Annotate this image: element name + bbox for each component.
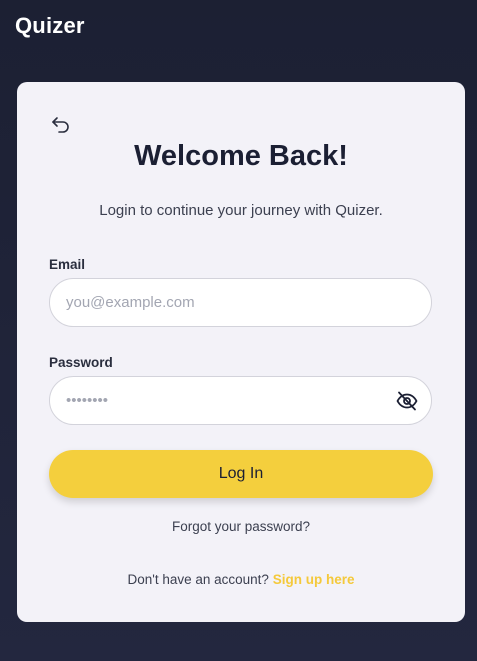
signup-prompt: Don't have an account? [127,572,269,587]
signup-link[interactable]: Sign up here [273,572,355,587]
page-title: Welcome Back! [134,140,348,172]
forgot-password-link[interactable]: Forgot your password? [17,519,465,534]
email-label: Email [49,257,86,272]
app-title: Quizer [15,13,85,38]
signup-row: Don't have an account? Sign up here [17,572,465,587]
eye-off-icon [395,391,419,417]
back-button[interactable] [49,113,73,137]
login-button[interactable]: Log In [49,450,433,498]
login-card: Welcome Back! Login to continue your jou… [17,82,465,622]
email-field[interactable] [66,279,386,326]
password-visibility-toggle[interactable] [395,389,419,413]
email-field-wrapper [49,278,432,327]
password-label: Password [49,355,113,370]
undo-arrow-icon [49,113,73,137]
page-subtitle: Login to continue your journey with Quiz… [99,202,383,219]
password-field[interactable] [66,377,386,424]
password-field-wrapper [49,376,432,425]
